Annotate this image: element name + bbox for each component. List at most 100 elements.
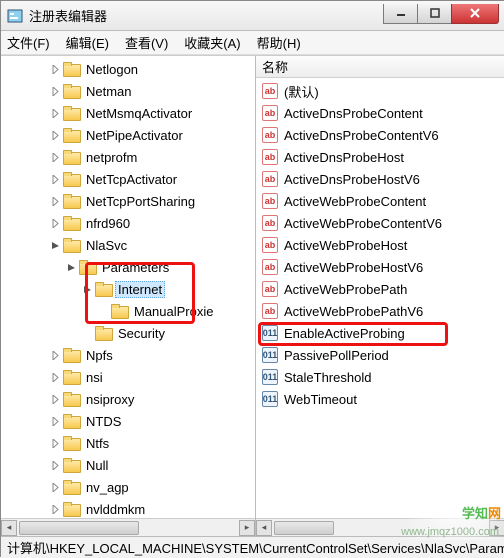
maximize-button[interactable] bbox=[417, 4, 451, 24]
value-row[interactable]: 011 EnableActiveProbing bbox=[256, 322, 504, 344]
menu-favorites[interactable]: 收藏夹(A) bbox=[184, 33, 240, 52]
tree-node[interactable]: Null bbox=[1, 454, 255, 476]
values-list[interactable]: ab(默认)abActiveDnsProbeContentabActiveDns… bbox=[256, 78, 504, 518]
expand-toggle-icon[interactable] bbox=[81, 283, 93, 295]
value-row[interactable]: ab ActiveDnsProbeHost bbox=[256, 146, 504, 168]
tree-node[interactable]: Ntfs bbox=[1, 432, 255, 454]
value-name: ActiveDnsProbeHostV6 bbox=[284, 172, 420, 187]
menu-file[interactable]: 文件(F) bbox=[7, 33, 50, 52]
tree-node-label: Npfs bbox=[83, 347, 116, 364]
reg-sz-icon: ab bbox=[262, 149, 278, 165]
expand-toggle-icon[interactable] bbox=[49, 63, 61, 75]
tree-node[interactable]: nvlddmkm bbox=[1, 498, 255, 518]
expand-toggle-icon[interactable] bbox=[49, 437, 61, 449]
expand-toggle-icon[interactable] bbox=[49, 217, 61, 229]
expand-toggle-icon[interactable] bbox=[49, 173, 61, 185]
column-header-name[interactable]: 名称 bbox=[256, 56, 504, 78]
value-row[interactable]: 011StaleThreshold bbox=[256, 366, 504, 388]
minimize-button[interactable] bbox=[383, 4, 417, 24]
folder-icon bbox=[63, 62, 79, 76]
scroll-right-icon[interactable]: ▸ bbox=[489, 520, 504, 536]
tree-node[interactable]: Internet bbox=[1, 278, 255, 300]
expand-toggle-icon[interactable] bbox=[49, 151, 61, 163]
reg-sz-icon: ab bbox=[262, 215, 278, 231]
tree-node[interactable]: Security bbox=[1, 322, 255, 344]
tree-node[interactable]: ManualProxie bbox=[1, 300, 255, 322]
expand-toggle-icon[interactable] bbox=[49, 393, 61, 405]
expand-toggle-icon[interactable] bbox=[49, 415, 61, 427]
tree-node[interactable]: nsi bbox=[1, 366, 255, 388]
scroll-right-icon[interactable]: ▸ bbox=[239, 520, 255, 536]
scroll-left-icon[interactable]: ◂ bbox=[256, 520, 272, 536]
tree-view[interactable]: NetlogonNetman NetMsmqActivator NetPipeAct… bbox=[1, 56, 255, 518]
value-row[interactable]: abActiveWebProbePath bbox=[256, 278, 504, 300]
expand-toggle-icon[interactable] bbox=[49, 195, 61, 207]
tree-node[interactable]: nv_agp bbox=[1, 476, 255, 498]
expand-toggle-icon[interactable] bbox=[49, 481, 61, 493]
tree-node[interactable]: NetTcpActivator bbox=[1, 168, 255, 190]
reg-sz-icon: ab bbox=[262, 171, 278, 187]
expand-toggle-icon[interactable] bbox=[49, 129, 61, 141]
folder-icon bbox=[63, 436, 79, 450]
value-name: ActiveWebProbeHost bbox=[284, 238, 407, 253]
tree-node[interactable]: NTDS bbox=[1, 410, 255, 432]
value-row[interactable]: abActiveWebProbeHostV6 bbox=[256, 256, 504, 278]
scroll-left-icon[interactable]: ◂ bbox=[1, 520, 17, 536]
expand-toggle-icon[interactable] bbox=[49, 349, 61, 361]
folder-icon bbox=[63, 150, 79, 164]
close-button[interactable] bbox=[451, 4, 499, 24]
folder-icon bbox=[63, 172, 79, 186]
tree-node[interactable]: netprofm bbox=[1, 146, 255, 168]
expand-toggle-icon[interactable] bbox=[49, 503, 61, 515]
tree-node[interactable]: NetPipeActivator bbox=[1, 124, 255, 146]
value-row[interactable]: 011WebTimeout bbox=[256, 388, 504, 410]
tree-node[interactable]: Netman bbox=[1, 80, 255, 102]
tree-node-label: netprofm bbox=[83, 149, 140, 166]
statusbar: 计算机\HKEY_LOCAL_MACHINE\SYSTEM\CurrentCon… bbox=[1, 536, 504, 558]
tree-node-label: Ntfs bbox=[83, 435, 112, 452]
tree-node-label: NetMsmqActivator bbox=[83, 105, 195, 122]
expand-toggle-icon[interactable] bbox=[49, 107, 61, 119]
tree-node[interactable]: Netlogon bbox=[1, 58, 255, 80]
value-row[interactable]: abActiveDnsProbeContent bbox=[256, 102, 504, 124]
value-row[interactable]: ab(默认) bbox=[256, 80, 504, 102]
tree-node[interactable]: Npfs bbox=[1, 344, 255, 366]
value-row[interactable]: abActiveDnsProbeContentV6 bbox=[256, 124, 504, 146]
titlebar[interactable]: 注册表编辑器 bbox=[1, 1, 504, 31]
window-title: 注册表编辑器 bbox=[29, 6, 383, 25]
expand-toggle-icon[interactable] bbox=[49, 239, 61, 251]
tree-node[interactable]: NlaSvc bbox=[1, 234, 255, 256]
menu-edit[interactable]: 编辑(E) bbox=[66, 33, 109, 52]
tree-node[interactable]: Parameters bbox=[1, 256, 255, 278]
tree-node[interactable]: nsiproxy bbox=[1, 388, 255, 410]
tree-node-label: nfrd960 bbox=[83, 215, 133, 232]
value-name: ActiveWebProbeContent bbox=[284, 194, 426, 209]
expand-toggle-icon[interactable] bbox=[49, 371, 61, 383]
expand-toggle-icon[interactable] bbox=[49, 85, 61, 97]
value-name: EnableActiveProbing bbox=[284, 326, 405, 341]
value-name: ActiveDnsProbeHost bbox=[284, 150, 404, 165]
expand-toggle-icon[interactable] bbox=[65, 261, 77, 273]
value-row[interactable]: abActiveWebProbeHost bbox=[256, 234, 504, 256]
tree-node[interactable]: NetMsmqActivator bbox=[1, 102, 255, 124]
status-path: 计算机\HKEY_LOCAL_MACHINE\SYSTEM\CurrentCon… bbox=[7, 538, 504, 557]
value-row[interactable]: ab ActiveDnsProbeHostV6 bbox=[256, 168, 504, 190]
values-hscrollbar[interactable]: ◂ ▸ bbox=[256, 518, 504, 536]
value-name: ActiveDnsProbeContent bbox=[284, 106, 423, 121]
value-row[interactable]: abActiveWebProbeContentV6 bbox=[256, 212, 504, 234]
tree-hscrollbar[interactable]: ◂ ▸ bbox=[1, 518, 255, 536]
menu-view[interactable]: 查看(V) bbox=[125, 33, 168, 52]
expand-toggle-icon[interactable] bbox=[49, 459, 61, 471]
menu-help[interactable]: 帮助(H) bbox=[257, 33, 301, 52]
value-row[interactable]: abActiveWebProbeContent bbox=[256, 190, 504, 212]
reg-dword-icon: 011 bbox=[262, 325, 278, 341]
tree-node-label: nsi bbox=[83, 369, 106, 386]
value-row[interactable]: 011PassivePollPeriod bbox=[256, 344, 504, 366]
tree-node[interactable]: nfrd960 bbox=[1, 212, 255, 234]
value-row[interactable]: abActiveWebProbePathV6 bbox=[256, 300, 504, 322]
tree-node-label: Internet bbox=[115, 281, 165, 298]
tree-node[interactable]: NetTcpPortSharing bbox=[1, 190, 255, 212]
folder-icon bbox=[63, 458, 79, 472]
reg-sz-icon: ab bbox=[262, 127, 278, 143]
folder-icon bbox=[111, 304, 127, 318]
